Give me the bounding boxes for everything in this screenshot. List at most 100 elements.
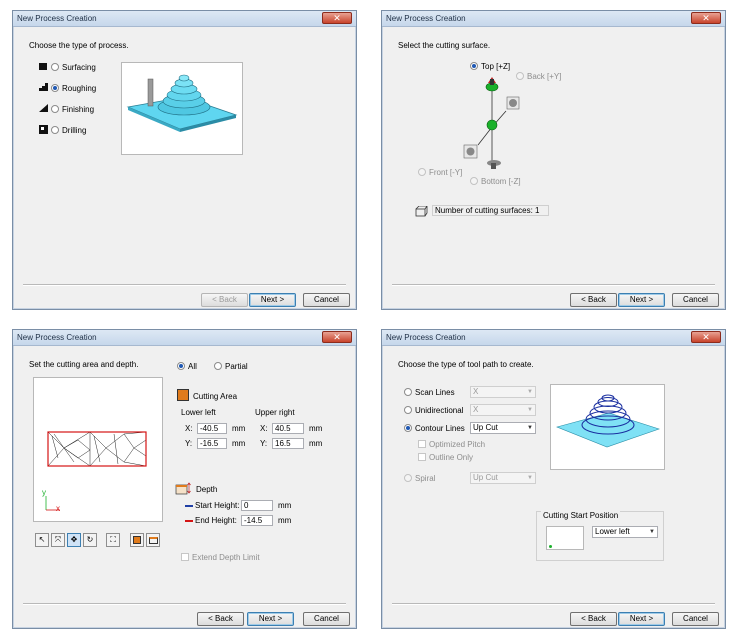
- title-bar: New Process Creation ✕: [382, 11, 725, 27]
- heading: Choose the type of process.: [29, 41, 129, 50]
- close-button[interactable]: ✕: [322, 12, 352, 24]
- start-position-select[interactable]: Lower left ▼: [592, 526, 658, 538]
- cutting-start-position-group: Cutting Start Position Lower left ▼: [536, 511, 664, 561]
- ur-y-unit: mm: [309, 439, 323, 448]
- contour-lines-radio[interactable]: [404, 424, 412, 432]
- cutting-start-position-title: Cutting Start Position: [541, 511, 621, 520]
- contour-cut-value: Up Cut: [473, 423, 498, 432]
- cancel-button[interactable]: Cancel: [303, 612, 350, 626]
- cutting-area-label: Cutting Area: [193, 392, 238, 401]
- start-point-icon: [549, 545, 552, 548]
- end-height-unit: mm: [278, 516, 292, 525]
- ur-x-unit: mm: [309, 424, 323, 433]
- lower-left-y-input[interactable]: -16.5: [197, 438, 227, 449]
- back-button[interactable]: < Back: [201, 293, 248, 307]
- unidirectional-direction-value: X: [473, 405, 479, 414]
- extend-depth-checkbox[interactable]: [181, 553, 189, 561]
- dialog-tool-path: New Process Creation ✕ Choose the type o…: [381, 329, 726, 629]
- depth-view-icon[interactable]: [146, 533, 160, 547]
- outline-only-checkbox[interactable]: [418, 453, 426, 461]
- scan-lines-direction-select[interactable]: X ▼: [470, 386, 536, 398]
- ll-x-unit: mm: [232, 424, 246, 433]
- lower-left-label: Lower left: [181, 408, 216, 417]
- axis-y-label: y: [42, 488, 46, 497]
- scan-lines-direction-value: X: [473, 387, 479, 396]
- start-height-input[interactable]: 0: [241, 500, 273, 511]
- all-radio[interactable]: [177, 362, 185, 370]
- rotate-tool-icon[interactable]: ↻: [83, 533, 97, 547]
- upper-right-x-input[interactable]: 40.5: [272, 423, 304, 434]
- pan-tool-icon[interactable]: ✥: [67, 533, 81, 547]
- unidirectional-label: Unidirectional: [415, 406, 464, 415]
- spiral-cut-value: Up Cut: [473, 473, 498, 482]
- start-height-line-icon: [185, 505, 193, 507]
- start-height-unit: mm: [278, 501, 292, 510]
- unidirectional-radio[interactable]: [404, 406, 412, 414]
- roughing-icon: [39, 83, 48, 91]
- cancel-button[interactable]: Cancel: [303, 293, 350, 307]
- dialog-body: Select the cutting surface. Top [+Z] Bac…: [384, 29, 723, 307]
- move-tool-icon[interactable]: ⤧: [51, 533, 65, 547]
- cutting-surfaces-count: Number of cutting surfaces: 1: [432, 205, 549, 216]
- outline-only-label: Outline Only: [429, 453, 474, 462]
- lower-left-x-input[interactable]: -40.5: [197, 423, 227, 434]
- tool-path-preview-image: [556, 394, 660, 448]
- contour-lines-label: Contour Lines: [415, 424, 465, 433]
- axis-x-label: x: [56, 504, 60, 513]
- cancel-button[interactable]: Cancel: [672, 612, 719, 626]
- cutting-surfaces-icon: [415, 206, 428, 217]
- dialog-title: New Process Creation: [386, 333, 466, 342]
- optimized-pitch-checkbox[interactable]: [418, 440, 426, 448]
- surfacing-radio[interactable]: [51, 63, 59, 71]
- contour-cut-select[interactable]: Up Cut ▼: [470, 422, 536, 434]
- back-button[interactable]: < Back: [197, 612, 244, 626]
- dialog-title: New Process Creation: [17, 14, 97, 23]
- finishing-label: Finishing: [62, 105, 95, 114]
- top-label: Top [+Z]: [481, 62, 511, 71]
- end-height-input[interactable]: -14.5: [241, 515, 273, 526]
- start-position-preview: [546, 526, 584, 550]
- tool-path-preview: [550, 384, 665, 470]
- partial-radio[interactable]: [214, 362, 222, 370]
- back-button[interactable]: < Back: [570, 293, 617, 307]
- spiral-radio[interactable]: [404, 474, 412, 482]
- scan-lines-radio[interactable]: [404, 388, 412, 396]
- front-radio[interactable]: [418, 168, 426, 176]
- next-button[interactable]: Next >: [618, 612, 665, 626]
- upper-right-y-input[interactable]: 16.5: [272, 438, 304, 449]
- drilling-radio[interactable]: [51, 126, 59, 134]
- next-button[interactable]: Next >: [249, 293, 296, 307]
- title-bar: New Process Creation ✕: [13, 11, 356, 27]
- roughing-radio[interactable]: [51, 84, 59, 92]
- dialog-cutting-surface: New Process Creation ✕ Select the cuttin…: [381, 10, 726, 310]
- dialog-title: New Process Creation: [386, 14, 466, 23]
- top-radio[interactable]: [470, 62, 478, 70]
- area-preview-image: [45, 431, 147, 511]
- dialog-process-type: New Process Creation ✕ Choose the type o…: [12, 10, 357, 310]
- roughing-preview: [121, 62, 243, 155]
- cancel-button[interactable]: Cancel: [672, 293, 719, 307]
- end-height-label: End Height:: [195, 516, 237, 525]
- back-button[interactable]: < Back: [570, 612, 617, 626]
- next-button[interactable]: Next >: [247, 612, 294, 626]
- separator: [392, 284, 715, 286]
- fit-view-icon[interactable]: ⛶: [106, 533, 120, 547]
- select-tool-icon[interactable]: ↖: [35, 533, 49, 547]
- finishing-icon: [39, 104, 48, 112]
- close-button[interactable]: ✕: [691, 331, 721, 343]
- close-button[interactable]: ✕: [322, 331, 352, 343]
- chevron-down-icon: ▼: [649, 529, 655, 535]
- spiral-cut-select[interactable]: Up Cut ▼: [470, 472, 536, 484]
- next-button[interactable]: Next >: [618, 293, 665, 307]
- chevron-down-icon: ▼: [527, 407, 533, 413]
- finishing-radio[interactable]: [51, 105, 59, 113]
- close-button[interactable]: ✕: [691, 12, 721, 24]
- roughing-label: Roughing: [62, 84, 97, 93]
- area-view-icon[interactable]: [130, 533, 144, 547]
- chevron-down-icon: ▼: [527, 475, 533, 481]
- ur-x-label: X:: [260, 424, 268, 433]
- depth-icon: [175, 482, 191, 495]
- drilling-label: Drilling: [62, 126, 87, 135]
- ur-y-label: Y:: [260, 439, 268, 448]
- unidirectional-direction-select[interactable]: X ▼: [470, 404, 536, 416]
